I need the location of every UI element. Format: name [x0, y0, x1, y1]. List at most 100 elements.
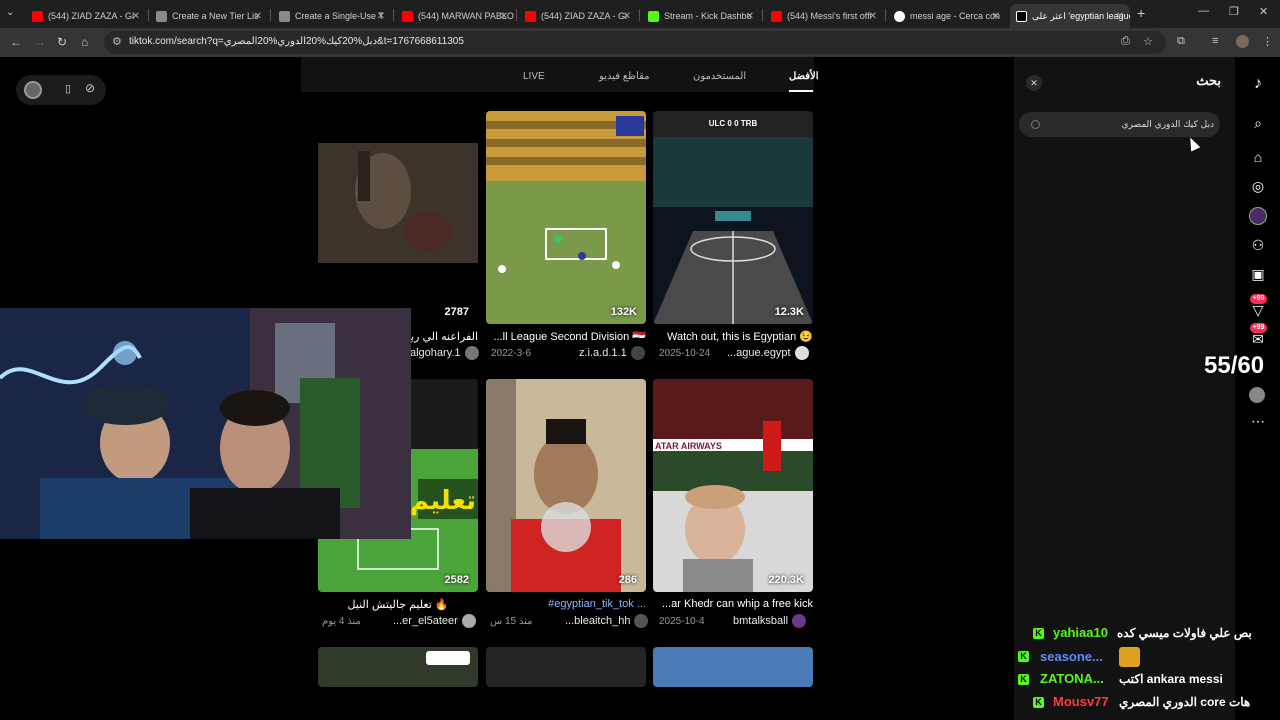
- webcam-overlay: [0, 308, 411, 539]
- close-tab-icon[interactable]: ✕: [746, 11, 754, 22]
- avatar[interactable]: [24, 81, 42, 99]
- close-tab-icon[interactable]: ✕: [1116, 11, 1124, 22]
- profile-avatar[interactable]: [1236, 35, 1249, 48]
- video-author[interactable]: bmtalksball: [733, 614, 807, 628]
- browser-toolbar: ← → ↻ ⌂ ⚙ tiktok.com/search?q=دبل%20كيك%…: [0, 28, 1280, 57]
- video-author[interactable]: z.i.a.d.1.1: [579, 346, 645, 360]
- video-caption[interactable]: #egyptian_tik_tok ...: [486, 598, 646, 610]
- avatar: [792, 614, 807, 628]
- live-icon[interactable]: ▣: [1249, 266, 1267, 283]
- tab-videos[interactable]: مقاطع فيديو: [599, 71, 650, 82]
- media-icon[interactable]: ≡: [1212, 35, 1218, 47]
- close-tab-icon[interactable]: ✕: [869, 11, 877, 22]
- close-tab-icon[interactable]: ✕: [254, 11, 262, 22]
- tab-users[interactable]: المستخدمون: [693, 71, 746, 82]
- chat-message: الدوري المصري core هات: [1119, 695, 1251, 709]
- home-icon[interactable]: ⌂: [81, 35, 88, 49]
- video-caption[interactable]: ...ar Khedr can whip a free kick: [653, 598, 813, 610]
- address-bar[interactable]: ⚙ tiktok.com/search?q=دبل%20كيك%20الدوري…: [104, 31, 1166, 54]
- menu-icon[interactable]: ⋮: [1262, 35, 1273, 48]
- search-filter-tabs: الأفضل المستخدمون مقاطع فيديو LIVE: [301, 57, 819, 92]
- browser-tab[interactable]: Create a New Tier Lis ✕: [150, 4, 268, 28]
- video-author[interactable]: ...ague.egypt: [727, 346, 809, 360]
- following-icon[interactable]: ⚇: [1249, 237, 1267, 254]
- video-card[interactable]: [486, 647, 646, 687]
- close-tab-icon[interactable]: ✕: [377, 11, 385, 22]
- window-close-icon[interactable]: ✕: [1259, 5, 1268, 18]
- chat-username: yahiaa10: [1053, 625, 1108, 640]
- extensions-icon[interactable]: ⧉: [1177, 35, 1185, 48]
- tiktok-icon: [1016, 10, 1027, 22]
- live-avatar-icon[interactable]: [1249, 207, 1267, 225]
- tiktok-sidebar: ♪ ⌕ ⌂ ◎ ⚇ ▣ +99 ▽ +99 ✉ ⋯: [1235, 57, 1280, 720]
- video-caption[interactable]: تعليم جاليتش النيل 🔥: [318, 598, 478, 611]
- video-date: منذ 15 س: [490, 616, 533, 627]
- view-count: 2787: [444, 306, 469, 318]
- author-name: ...bleaitch_hh: [565, 615, 631, 627]
- author-name: ...ague.egypt: [727, 347, 791, 359]
- search-icon[interactable]: ⌕: [1249, 115, 1267, 132]
- back-icon[interactable]: ←: [10, 35, 22, 49]
- video-card[interactable]: 286: [486, 379, 646, 592]
- close-tab-icon[interactable]: ✕: [992, 11, 1000, 22]
- kick-icon: K: [1033, 628, 1044, 639]
- close-icon[interactable]: ✕: [1026, 75, 1042, 91]
- kick-icon: K: [1018, 651, 1029, 662]
- video-author[interactable]: ...er_el5ateer: [393, 614, 476, 628]
- video-thumbnail: ATAR AIRWAYS: [653, 379, 813, 592]
- document-icon: [279, 10, 290, 22]
- video-thumbnail: [318, 647, 478, 687]
- browser-tab[interactable]: messi age - Cerca con ✕: [888, 4, 1006, 28]
- tab-top[interactable]: الأفضل: [789, 71, 819, 82]
- browser-tab[interactable]: Create a Single-Use T ✕: [273, 4, 391, 28]
- video-author[interactable]: algohary.1: [410, 346, 479, 360]
- video-caption[interactable]: Watch out, this is Egyptian 😉: [653, 330, 813, 343]
- minimize-icon[interactable]: —: [1198, 5, 1209, 17]
- install-app-icon[interactable]: ⎙: [1121, 35, 1130, 48]
- video-caption[interactable]: ...ll League Second Division 🇪🇬: [486, 330, 646, 343]
- tiktok-logo-icon[interactable]: ♪: [1249, 75, 1267, 93]
- search-input[interactable]: [1049, 116, 1214, 133]
- video-card[interactable]: ULC 0 0 TRB 12.3K: [653, 111, 813, 324]
- video-card[interactable]: 132K: [486, 111, 646, 324]
- youtube-icon: [525, 10, 536, 22]
- avatar: [634, 614, 649, 628]
- forward-icon[interactable]: →: [34, 35, 46, 49]
- browser-tab[interactable]: (544) Messi's first offi ✕: [765, 4, 883, 28]
- browser-tab[interactable]: Stream - Kick Dashbo ✕: [642, 4, 760, 28]
- mobile-icon[interactable]: ▯: [65, 82, 71, 95]
- new-tab-button[interactable]: +: [1137, 5, 1145, 21]
- restore-icon[interactable]: ❐: [1229, 5, 1239, 18]
- kick-icon: [648, 10, 659, 22]
- reload-icon[interactable]: ↻: [57, 35, 67, 49]
- profile-avatar[interactable]: [1249, 387, 1265, 403]
- video-card[interactable]: [318, 647, 478, 687]
- banner-text: ATAR AIRWAYS: [655, 441, 722, 451]
- browser-tab[interactable]: (544) ZIAD ZAZA - Gi ✕: [519, 4, 637, 28]
- video-author[interactable]: ...bleaitch_hh: [565, 614, 649, 628]
- compass-icon[interactable]: ⊘: [85, 81, 95, 95]
- video-card[interactable]: 2787: [318, 111, 478, 324]
- browser-tab[interactable]: (544) ZIAD ZAZA - Gi ✕: [26, 4, 146, 28]
- webcam-image: [0, 308, 411, 539]
- browser-tab[interactable]: (544) MARWAN PABLO ✕: [396, 4, 514, 28]
- browser-tab-active[interactable]: اعثر على 'egyptian league ✕: [1010, 4, 1130, 28]
- tab-live[interactable]: LIVE: [523, 71, 545, 82]
- explore-icon[interactable]: ◎: [1249, 178, 1267, 195]
- close-tab-icon[interactable]: ✕: [623, 11, 631, 22]
- activity-icon[interactable]: ▽: [1249, 302, 1267, 319]
- site-info-icon[interactable]: ⚙: [112, 35, 122, 48]
- bookmark-star-icon[interactable]: ☆: [1143, 35, 1153, 48]
- messages-icon[interactable]: ✉: [1249, 331, 1267, 348]
- close-tab-icon[interactable]: ✕: [132, 11, 140, 22]
- video-card[interactable]: [653, 647, 813, 687]
- video-thumbnail: ULC 0 0 TRB: [653, 111, 813, 324]
- more-icon[interactable]: ⋯: [1249, 413, 1267, 430]
- home-icon[interactable]: ⌂: [1249, 149, 1267, 165]
- video-card[interactable]: ATAR AIRWAYS 220.3K: [653, 379, 813, 592]
- tab-search-icon[interactable]: ⌄: [6, 7, 14, 18]
- kick-icon: K: [1018, 674, 1029, 685]
- tiktok-page: ▯ ⊘ الأفضل المستخدمون مقاطع فيديو LIVE 2…: [0, 57, 1280, 720]
- close-tab-icon[interactable]: ✕: [500, 11, 508, 22]
- challenge-counter: 55/60: [1204, 352, 1265, 379]
